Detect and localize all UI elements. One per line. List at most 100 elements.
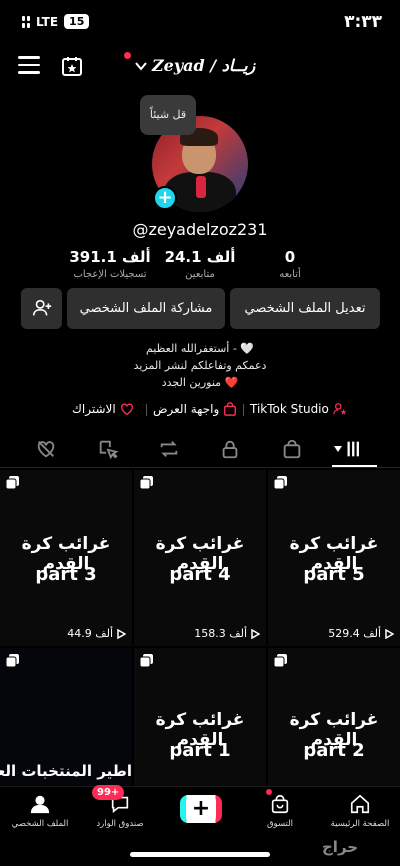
divider — [146, 404, 147, 416]
tiktok-studio-link[interactable]: TikTok Studio — [250, 402, 347, 416]
status-bar: ٣:٣٣ LTE 15 — [0, 0, 400, 46]
add-story-button[interactable]: + — [153, 186, 177, 210]
home-indicator — [130, 852, 270, 857]
video-tile[interactable]: غرائب كرة القدم part 4 158.3 ألف — [134, 470, 266, 646]
multi-photo-icon — [274, 654, 287, 667]
video-part: part 5 — [303, 564, 365, 585]
add-user-icon — [32, 299, 51, 316]
view-count: 158.3 ألف — [194, 627, 260, 640]
notification-dot — [124, 52, 131, 59]
bio-line: منورين الجدد ❤️ — [161, 376, 239, 389]
shopping-bag-icon — [224, 402, 237, 416]
multi-photo-icon — [140, 654, 153, 667]
view-count-label: 529.4 ألف — [328, 627, 381, 640]
video-part: part 1 — [169, 740, 231, 761]
create-button[interactable]: + — [180, 795, 222, 823]
tab-liked[interactable] — [35, 438, 59, 460]
nav-shop-label: التسوق — [266, 819, 294, 829]
view-count-label: 44.9 ألف — [67, 627, 113, 640]
video-part: part 2 — [303, 740, 365, 761]
signal-icon — [22, 15, 30, 28]
nav-inbox-label: صندوق الوارد — [96, 819, 144, 829]
followers-stat[interactable]: 24.1 ألف متابعين — [150, 248, 250, 280]
shop-icon — [271, 794, 289, 814]
multi-photo-icon — [6, 476, 19, 489]
nav-home-label: الصفحة الرئيسية — [330, 819, 390, 829]
nav-shop[interactable]: التسوق — [240, 793, 320, 829]
tab-videos[interactable] — [342, 438, 366, 460]
top-bar: Zeyad / زيــاد — [0, 50, 400, 86]
heart-hands-icon — [120, 403, 133, 416]
nav-profile[interactable]: الملف الشخصي — [0, 793, 80, 829]
view-count-label: 158.3 ألف — [194, 627, 247, 640]
shop-notification-dot — [266, 789, 272, 795]
profile-links: TikTok Studio واجهة العرض الاشتراك — [0, 402, 400, 420]
play-icon — [117, 628, 126, 639]
divider — [243, 404, 244, 416]
share-profile-button[interactable]: مشاركة الملف الشخصي — [67, 288, 225, 329]
tiktok-studio-label: TikTok Studio — [250, 402, 329, 416]
play-icon — [385, 628, 394, 639]
tab-reposts[interactable] — [158, 438, 182, 460]
profile-username: Zeyad / زيــاد — [152, 56, 256, 75]
heart-hidden-icon — [37, 441, 55, 458]
edit-profile-button[interactable]: تعديل الملف الشخصي — [230, 288, 380, 329]
showcase-label: واجهة العرض — [153, 402, 220, 416]
tab-favorites[interactable] — [97, 438, 121, 460]
content-tabs — [0, 432, 400, 468]
video-part: part 3 — [35, 564, 97, 585]
status-left: LTE 15 — [22, 14, 90, 29]
tab-shop[interactable] — [281, 438, 305, 460]
lock-icon — [222, 440, 238, 459]
active-tab-indicator — [332, 465, 377, 467]
profile-icon — [30, 795, 50, 814]
play-icon — [251, 628, 260, 639]
grid-icon — [347, 441, 359, 457]
view-count: 44.9 ألف — [67, 627, 126, 640]
nav-home[interactable]: الصفحة الرئيسية — [320, 793, 400, 829]
likes-label: تسجيلات الإعجاب — [73, 269, 147, 280]
video-tile[interactable]: غرائب كرة القدم part 3 44.9 ألف — [0, 470, 132, 646]
subscribe-label: الاشتراك — [72, 402, 116, 416]
view-count: 529.4 ألف — [328, 627, 394, 640]
profile-actions: تعديل الملف الشخصي مشاركة الملف الشخصي — [0, 288, 400, 330]
multi-photo-icon — [274, 476, 287, 489]
tab-private[interactable] — [219, 438, 243, 460]
multi-photo-icon — [6, 654, 19, 667]
likes-count: 391.1 ألف — [69, 248, 151, 266]
subscribe-link[interactable]: الاشتراك — [72, 402, 134, 416]
repost-icon — [160, 441, 178, 457]
followers-count: 24.1 ألف — [164, 248, 236, 266]
tab-chevron-icon — [334, 446, 342, 452]
following-label: أتابعه — [279, 269, 301, 280]
chevron-down-icon — [135, 61, 147, 71]
network-label: LTE — [36, 14, 59, 29]
menu-icon[interactable] — [18, 56, 40, 74]
bio-line: أستغفرالله العظيم - 🤍 — [145, 342, 255, 355]
add-friends-button[interactable] — [21, 288, 62, 329]
plus-icon: + — [186, 795, 216, 823]
profile-handle: @zeyadelzoz231 — [132, 220, 268, 239]
bottom-nav: الصفحة الرئيسية التسوق + صندوق الوارد 99… — [0, 785, 400, 846]
haraj-watermark: حراج — [322, 838, 359, 856]
showcase-link[interactable]: واجهة العرض — [153, 402, 237, 416]
likes-stat[interactable]: 391.1 ألف تسجيلات الإعجاب — [60, 248, 160, 280]
video-part: part 4 — [169, 564, 231, 585]
account-switcher[interactable]: Zeyad / زيــاد — [134, 56, 255, 75]
bag-icon — [283, 439, 301, 459]
video-grid: غرائب كرة القدم part 5 529.4 ألف غرائب ك… — [0, 470, 400, 824]
profile-bio: أستغفرالله العظيم - 🤍 دعمكم وتفاعلكم لنش… — [0, 340, 400, 391]
hand-pointer-icon — [99, 440, 119, 460]
video-tile[interactable]: غرائب كرة القدم part 5 529.4 ألف — [268, 470, 400, 646]
note-bubble[interactable]: قل شيئاً — [140, 95, 196, 135]
nav-profile-label: الملف الشخصي — [11, 819, 69, 829]
battery-indicator: 15 — [64, 14, 90, 29]
home-icon — [350, 794, 370, 814]
calendar-star-icon[interactable] — [60, 54, 84, 78]
user-star-icon — [333, 403, 347, 415]
following-stat[interactable]: 0 أتابعه — [240, 248, 340, 280]
status-time: ٣:٣٣ — [344, 12, 382, 32]
bio-line: دعمكم وتفاعلكم لنشر المزيد — [133, 359, 267, 372]
following-count: 0 — [284, 248, 296, 266]
multi-photo-icon — [140, 476, 153, 489]
